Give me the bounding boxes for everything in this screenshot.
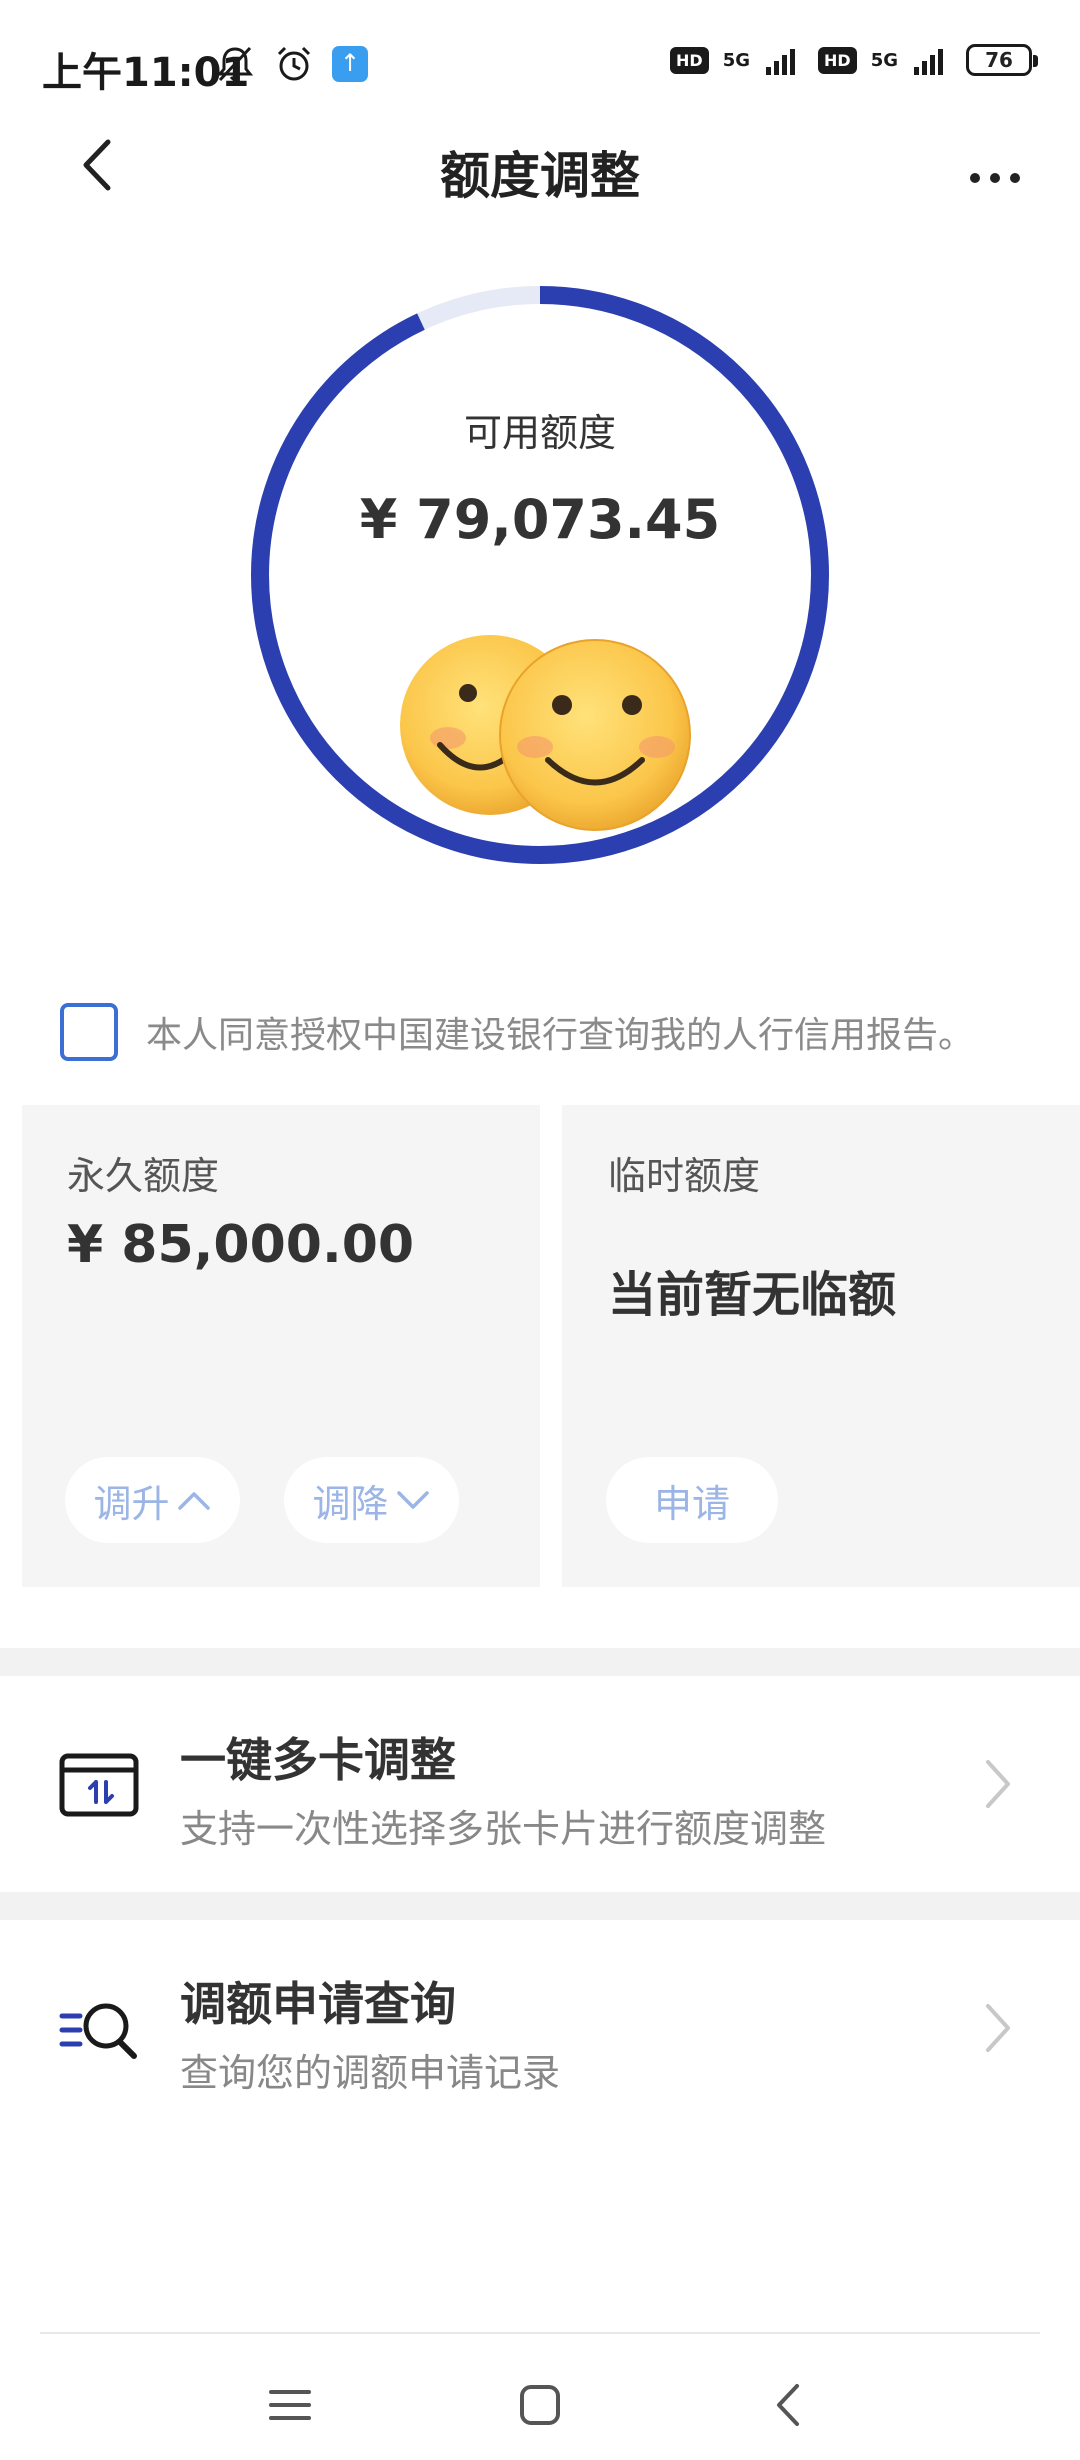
search-list-icon [59,2003,137,2059]
hd-badge: HD [670,46,709,74]
bottom-divider [40,2332,1040,2334]
smiley-face-front [499,639,691,831]
page-title: 额度调整 [440,147,640,205]
chevron-right-icon [986,2004,1010,2052]
lower-button[interactable]: 调降 [284,1457,459,1543]
network-label: 5G [722,49,751,71]
alarm-icon [277,46,311,81]
menu-title: 一键多卡调整 [180,1733,456,1787]
system-nav-bar [0,2350,1080,2460]
apply-label: 申请 [653,1481,730,1526]
network-label-2: 5G [870,49,898,71]
chevron-right-icon [986,1760,1010,1808]
permanent-limit-card: 永久额度 ¥ 85,000.00 调升 调降 [22,1105,540,1587]
menu-icon[interactable] [255,2370,325,2440]
menu-item-multi-card-adjust[interactable]: 一键多卡调整 支持一次性选择多张卡片进行额度调整 [0,1676,1080,1892]
hd-badge-2: HD [818,46,857,74]
apply-button[interactable]: 申请 [606,1457,778,1543]
chevron-up-icon [177,1492,210,1510]
raise-label: 调升 [93,1481,170,1526]
raise-button[interactable]: 调升 [65,1457,240,1543]
status-icons-left: ↑ [214,44,368,84]
consent-checkbox[interactable] [60,1003,118,1061]
status-icons-right: HD 5G HD 5G 76 [670,44,1038,76]
available-amount: ¥ 79,073.45 [359,488,721,551]
more-icon[interactable] [960,134,1030,194]
signal-icon [766,49,796,75]
menu-subtitle: 查询您的调额申请记录 [180,2051,561,2095]
signal-icon-2 [914,49,943,75]
status-bar: 上午11:01 ↑ HD 5G HD 5G 76 [0,0,1080,130]
consent-text: 本人同意授权中国建设银行查询我的人行信用报告。 [146,1015,975,1056]
chevron-down-icon [396,1491,429,1509]
home-icon[interactable] [505,2370,575,2440]
permanent-amount: ¥ 85,000.00 [67,1215,415,1275]
card-adjust-icon [59,1753,139,1817]
menu-title: 调额申请查询 [180,1977,456,2031]
back-nav-icon[interactable] [755,2370,825,2440]
upload-icon: ↑ [332,46,368,82]
available-label: 可用额度 [463,411,616,455]
battery-indicator: 76 [966,44,1038,76]
nav-bar: 额度调整 [0,120,1080,210]
lower-label: 调降 [312,1481,389,1526]
permanent-title: 永久额度 [67,1154,220,1198]
temporary-empty-text: 当前暂无临额 [608,1267,897,1323]
section-divider [0,1648,1080,1676]
menu-item-adjust-query[interactable]: 调额申请查询 查询您的调额申请记录 [0,1920,1080,2136]
section-divider-2 [0,1892,1080,1920]
smiley-faces-image [400,635,691,831]
temporary-title: 临时额度 [608,1154,761,1198]
temporary-limit-card: 临时额度 当前暂无临额 申请 [562,1105,1080,1587]
bell-off-icon [216,46,254,82]
menu-subtitle: 支持一次性选择多张卡片进行额度调整 [180,1807,827,1851]
consent-row: 本人同意授权中国建设银行查询我的人行信用报告。 [60,997,1080,1067]
